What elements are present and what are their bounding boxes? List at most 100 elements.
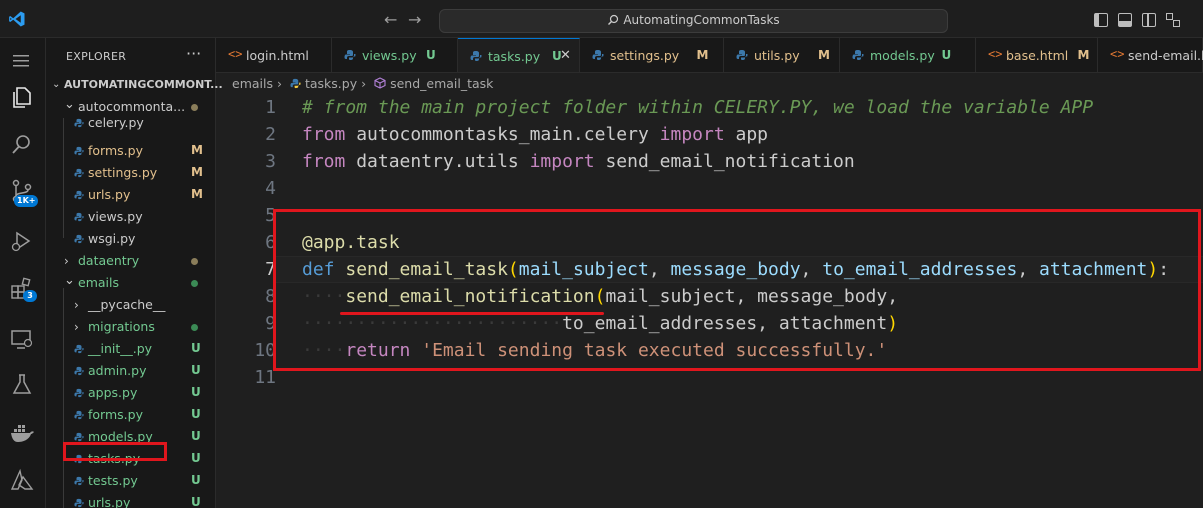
status-dot (191, 324, 198, 331)
extensions-icon[interactable]: 3 (9, 276, 37, 304)
editor-tab[interactable]: <> base.html M (976, 38, 1098, 72)
tree-item-label: __pycache__ (88, 297, 166, 312)
more-actions-icon[interactable]: ··· (186, 44, 201, 63)
line-number: 9 (265, 313, 276, 334)
breadcrumb-separator-icon: › (361, 76, 367, 91)
tree-item-label: views.py (88, 209, 143, 224)
python-file-icon (74, 190, 84, 200)
git-status-badge: M (191, 187, 203, 201)
file-item[interactable]: settings.py M (46, 162, 216, 184)
layout-controls (1094, 12, 1190, 31)
tree-item-label: emails (78, 275, 119, 290)
search-icon[interactable] (9, 132, 37, 160)
tree-item-label: apps.py (88, 385, 138, 400)
editor-tab-bar: <> login.html views.py Utasks.py U ✕ settings.… (216, 38, 1203, 73)
git-status-badge: U (191, 363, 201, 377)
source-control-icon[interactable]: 1K+ (9, 178, 39, 207)
file-item[interactable]: urls.py M (46, 184, 216, 206)
tab-git-badge: M (818, 48, 830, 62)
python-file-icon (74, 366, 84, 376)
breadcrumb-symbol[interactable]: send_email_task (390, 76, 493, 91)
code-line-3: from dataentry.utils import send_email_n… (302, 151, 855, 172)
folder-item[interactable]: › migrations (46, 316, 216, 338)
status-dot (191, 258, 198, 265)
file-item[interactable]: admin.py U (46, 360, 216, 382)
python-file-icon (74, 168, 84, 178)
tab-git-badge: M (1077, 48, 1090, 62)
file-item[interactable]: tests.py U (46, 470, 216, 492)
python-file-icon (74, 146, 84, 156)
docker-icon[interactable] (9, 420, 37, 448)
tree-item-label: forms.py (88, 143, 143, 158)
line-number: 2 (265, 124, 276, 145)
git-status-badge: U (191, 407, 201, 421)
customize-layout-icon[interactable] (1166, 13, 1180, 27)
tab-label: models.py (870, 48, 935, 63)
editor-tab[interactable]: settings.py M (580, 38, 724, 72)
editor-tab[interactable]: <> send-email.h (1098, 38, 1203, 72)
python-file-icon (74, 432, 84, 442)
editor-tab[interactable]: <> login.html (216, 38, 332, 72)
remote-explorer-icon[interactable] (9, 326, 37, 354)
close-tab-icon[interactable]: ✕ (560, 48, 571, 63)
line-number: 7 (265, 259, 276, 280)
back-arrow-icon[interactable]: ← (384, 10, 408, 29)
python-file-icon (470, 51, 482, 61)
breadcrumb-folder[interactable]: emails (232, 76, 273, 91)
editor-tab[interactable]: tasks.py U ✕ (458, 38, 580, 72)
file-item[interactable]: urls.py U (46, 492, 216, 508)
hamburger-menu-icon[interactable] (9, 48, 37, 76)
git-status-badge: U (191, 385, 201, 399)
html-file-icon: <> (228, 47, 243, 61)
editor-tab[interactable]: views.py U (332, 38, 458, 72)
tab-label: utils.py (754, 48, 800, 63)
testing-icon[interactable] (9, 372, 37, 400)
chevron-right-icon: › (74, 298, 79, 312)
extensions-badge: 3 (23, 290, 37, 302)
toggle-secondary-sidebar-icon[interactable] (1142, 13, 1156, 27)
tree-item-label: admin.py (88, 363, 147, 378)
search-icon (608, 14, 619, 25)
file-item[interactable]: celery.py (46, 112, 216, 134)
git-status-badge: M (191, 165, 203, 179)
file-item[interactable]: forms.py M (46, 140, 216, 162)
chevron-down-icon: ⌄ (52, 79, 61, 90)
tree-item-label: urls.py (88, 495, 131, 508)
tree-item-label: forms.py (88, 407, 143, 422)
function-call-underline (340, 312, 604, 315)
command-center-search[interactable]: AutomatingCommonTasks (439, 9, 948, 33)
tab-label: settings.py (610, 48, 680, 63)
title-bar: ←→ AutomatingCommonTasks (0, 0, 1203, 38)
azure-icon[interactable] (9, 468, 37, 496)
editor-tab[interactable]: utils.py M (724, 38, 840, 72)
line-number: 3 (265, 151, 276, 172)
line-number: 1 (265, 97, 276, 118)
python-file-icon (852, 50, 864, 60)
file-item[interactable]: views.py (46, 206, 216, 228)
chevron-right-icon: › (74, 320, 79, 334)
vscode-logo-icon (9, 11, 25, 27)
python-file-icon (74, 476, 84, 486)
folder-item[interactable]: › dataentry (46, 250, 216, 272)
file-item[interactable]: wsgi.py (46, 228, 216, 250)
file-item[interactable]: __init__.py U (46, 338, 216, 360)
toggle-primary-sidebar-icon[interactable] (1094, 13, 1108, 27)
file-item[interactable]: forms.py U (46, 404, 216, 426)
html-file-icon: <> (1110, 47, 1125, 61)
tasks-file-highlight-box (63, 442, 167, 461)
run-debug-icon[interactable] (9, 228, 37, 256)
file-item[interactable]: apps.py U (46, 382, 216, 404)
html-file-icon: <> (988, 47, 1003, 61)
breadcrumb-file[interactable]: tasks.py (305, 76, 357, 91)
python-file-icon (290, 78, 301, 89)
workspace-root[interactable]: ⌄ AUTOMATINGCOMMONT... (46, 74, 223, 96)
editor-tab[interactable]: models.py U (840, 38, 976, 72)
tree-item-label: celery.py (88, 115, 144, 130)
folder-item[interactable]: › __pycache__ (46, 294, 216, 316)
toggle-panel-icon[interactable] (1118, 13, 1132, 27)
forward-arrow-icon[interactable]: → (408, 10, 432, 29)
explorer-icon[interactable] (9, 84, 37, 112)
python-file-icon (344, 50, 356, 60)
tree-item-label: __init__.py (88, 341, 153, 356)
folder-item[interactable]: ⌄ emails (46, 272, 216, 294)
